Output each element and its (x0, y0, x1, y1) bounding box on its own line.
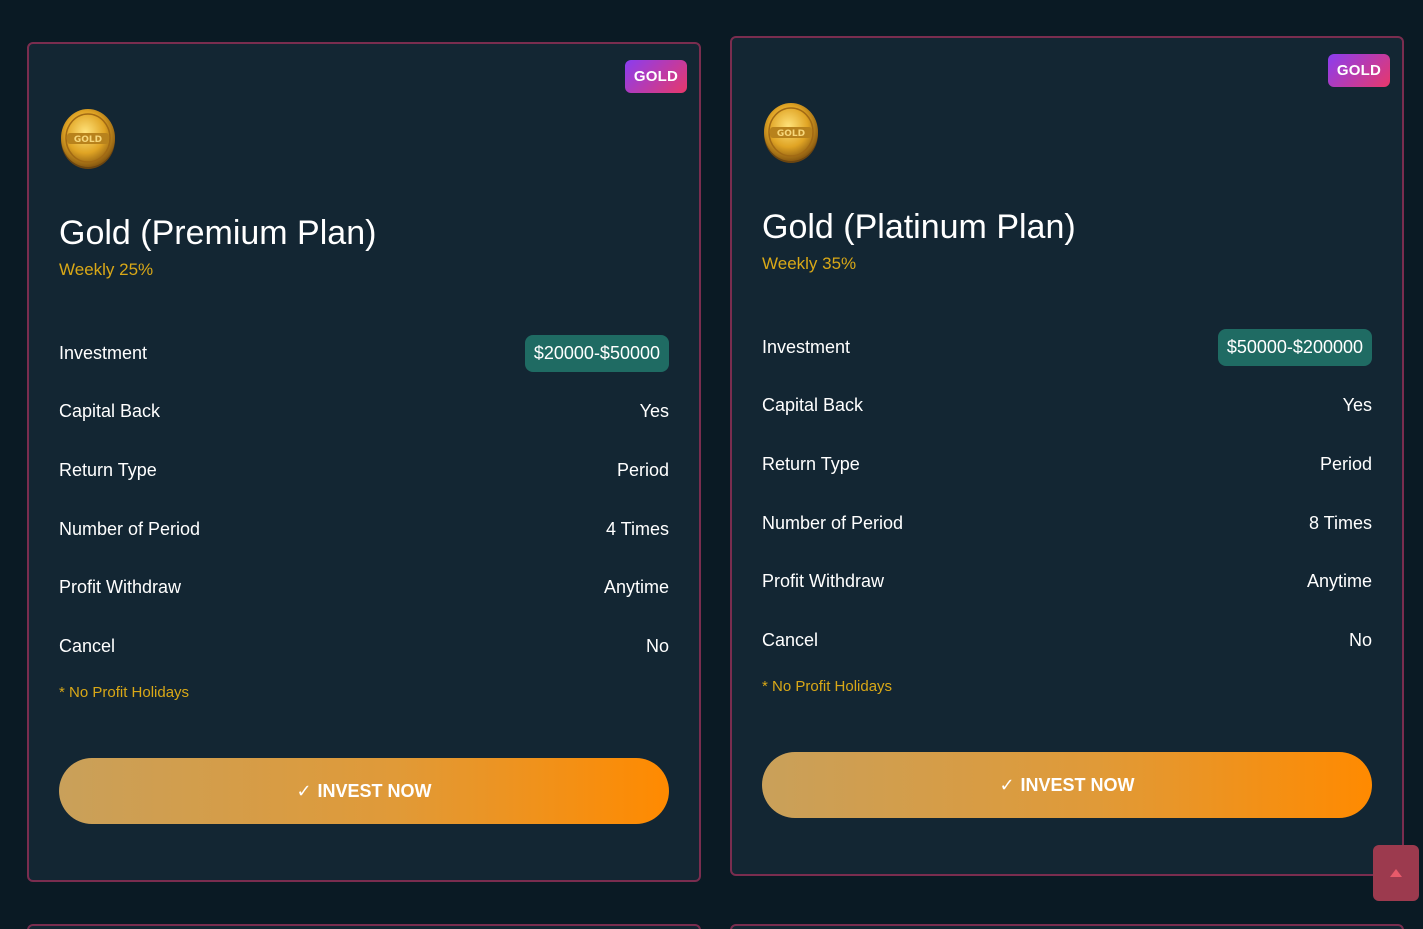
detail-value: Anytime (603, 577, 669, 598)
page: GOLD GOLD Gold (Premium Plan) Weekly 25%… (0, 0, 1423, 929)
arrow-up-icon (1390, 869, 1402, 877)
invest-now-label: INVEST NOW (317, 780, 432, 801)
detail-label: Profit Withdraw (59, 577, 182, 598)
detail-row-investment: Investment $50000-$200000 (762, 318, 1372, 377)
plan-title: Gold (Platinum Plan) (762, 208, 1076, 246)
detail-value: Period (1319, 453, 1372, 474)
gold-coin-icon: GOLD (764, 103, 818, 163)
plan-card-next-right (730, 924, 1404, 929)
detail-value: No (1348, 629, 1372, 650)
investment-range-badge: $50000-$200000 (1217, 328, 1372, 366)
detail-row-return-type: Return Type Period (762, 435, 1372, 494)
detail-row-cancel: Cancel No (59, 617, 669, 676)
plan-badge: GOLD (1327, 54, 1390, 87)
detail-label: Return Type (59, 459, 157, 480)
detail-row-capital-back: Capital Back Yes (762, 377, 1372, 436)
detail-label: Number of Period (762, 512, 904, 533)
detail-label: Capital Back (59, 401, 161, 422)
coin-label: GOLD (74, 135, 102, 145)
scroll-to-top-button[interactable] (1373, 845, 1419, 901)
plan-details: Investment $50000-$200000 Capital Back Y… (762, 318, 1372, 670)
detail-row-cancel: Cancel No (762, 611, 1372, 670)
detail-label: Investment (59, 342, 148, 363)
detail-row-investment: Investment $20000-$50000 (59, 324, 669, 383)
detail-row-number-of-period: Number of Period 4 Times (59, 500, 669, 559)
detail-value: Yes (1342, 395, 1372, 416)
detail-label: Capital Back (762, 395, 864, 416)
detail-label: Profit Withdraw (762, 571, 885, 592)
check-icon: ✓ (296, 780, 312, 801)
detail-label: Number of Period (59, 518, 201, 539)
detail-value: 8 Times (1308, 512, 1372, 533)
invest-now-button[interactable]: ✓ INVEST NOW (762, 752, 1372, 818)
detail-row-profit-withdraw: Profit Withdraw Anytime (762, 552, 1372, 611)
gold-coin-icon: GOLD (61, 109, 115, 169)
detail-label: Return Type (762, 453, 860, 474)
detail-label: Cancel (59, 635, 116, 656)
detail-label: Investment (762, 336, 851, 357)
detail-label: Cancel (762, 629, 819, 650)
detail-value: Yes (639, 401, 669, 422)
plan-details: Investment $20000-$50000 Capital Back Ye… (59, 324, 669, 676)
plan-title: Gold (Premium Plan) (59, 214, 377, 252)
plan-rate: Weekly 25% (59, 260, 154, 279)
check-icon: ✓ (999, 774, 1015, 795)
detail-value: 4 Times (605, 518, 669, 539)
detail-row-profit-withdraw: Profit Withdraw Anytime (59, 558, 669, 617)
detail-value: No (645, 635, 669, 656)
plan-card-next-left (27, 924, 701, 929)
detail-value: Period (616, 459, 669, 480)
detail-value: Anytime (1306, 571, 1372, 592)
plan-note: * No Profit Holidays (762, 678, 893, 695)
plan-card-premium: GOLD GOLD Gold (Premium Plan) Weekly 25%… (27, 42, 701, 882)
plan-badge: GOLD (624, 60, 687, 93)
detail-row-capital-back: Capital Back Yes (59, 383, 669, 442)
plan-note: * No Profit Holidays (59, 684, 190, 701)
invest-now-label: INVEST NOW (1020, 774, 1135, 795)
detail-row-return-type: Return Type Period (59, 441, 669, 500)
detail-row-number-of-period: Number of Period 8 Times (762, 494, 1372, 553)
invest-now-button[interactable]: ✓ INVEST NOW (59, 758, 669, 824)
investment-range-badge: $20000-$50000 (524, 334, 669, 372)
plan-card-platinum: GOLD GOLD Gold (Platinum Plan) Weekly 35… (730, 36, 1404, 876)
plan-rate: Weekly 35% (762, 254, 857, 273)
coin-label: GOLD (777, 129, 805, 139)
